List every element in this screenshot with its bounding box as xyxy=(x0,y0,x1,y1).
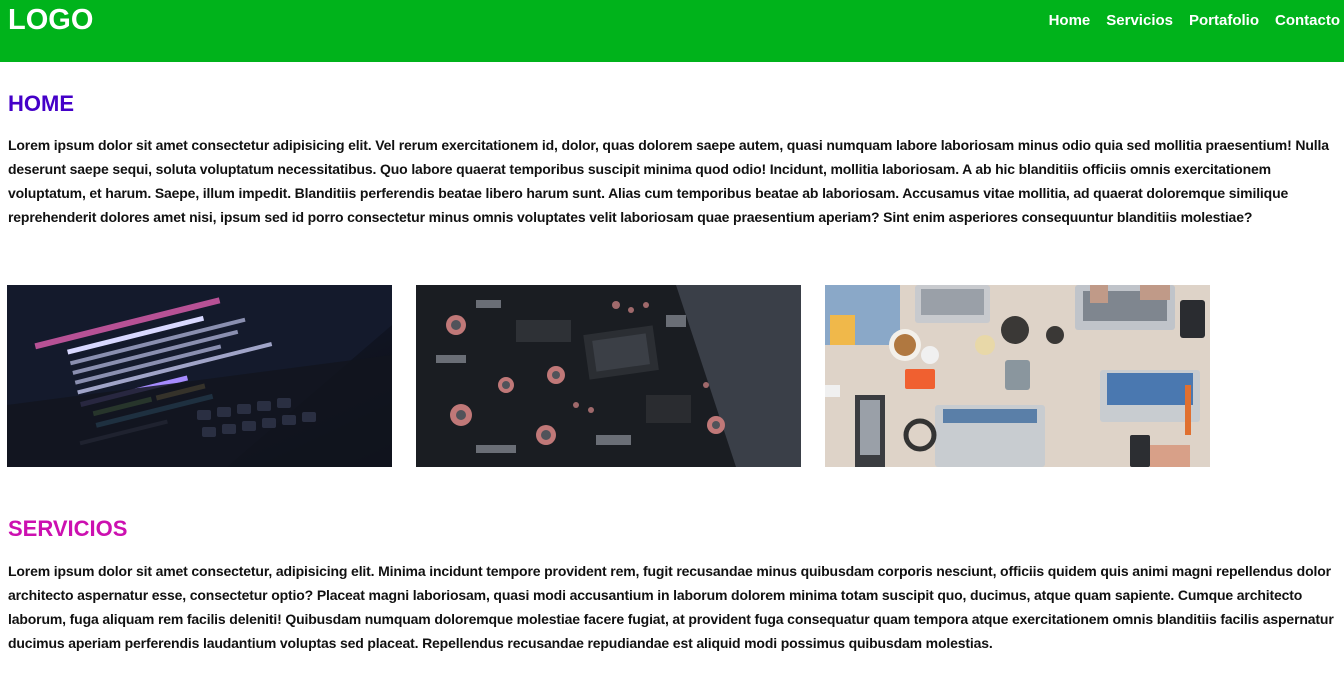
nav-link-home[interactable]: Home xyxy=(1049,12,1091,29)
home-section-title: HOME xyxy=(8,91,74,116)
home-section-text: Lorem ipsum dolor sit amet consectetur a… xyxy=(8,137,1329,225)
circuit-board-photo xyxy=(416,285,801,467)
site-logo[interactable]: LOGO xyxy=(8,4,93,37)
home-image-gallery xyxy=(7,285,1210,467)
servicios-section-text: Lorem ipsum dolor sit amet consectetur, … xyxy=(8,563,1334,651)
servicios-section-title: SERVICIOS xyxy=(8,516,128,541)
nav-link-portafolio[interactable]: Portafolio xyxy=(1189,12,1259,29)
code-on-laptop-photo xyxy=(7,285,392,467)
main-nav: Home Servicios Portafolio Contacto xyxy=(1049,12,1340,29)
site-header: LOGO Home Servicios Portafolio Contacto xyxy=(0,0,1344,62)
nav-link-servicios[interactable]: Servicios xyxy=(1106,12,1173,29)
nav-link-contacto[interactable]: Contacto xyxy=(1275,12,1340,29)
team-with-laptops-photo xyxy=(825,285,1210,467)
